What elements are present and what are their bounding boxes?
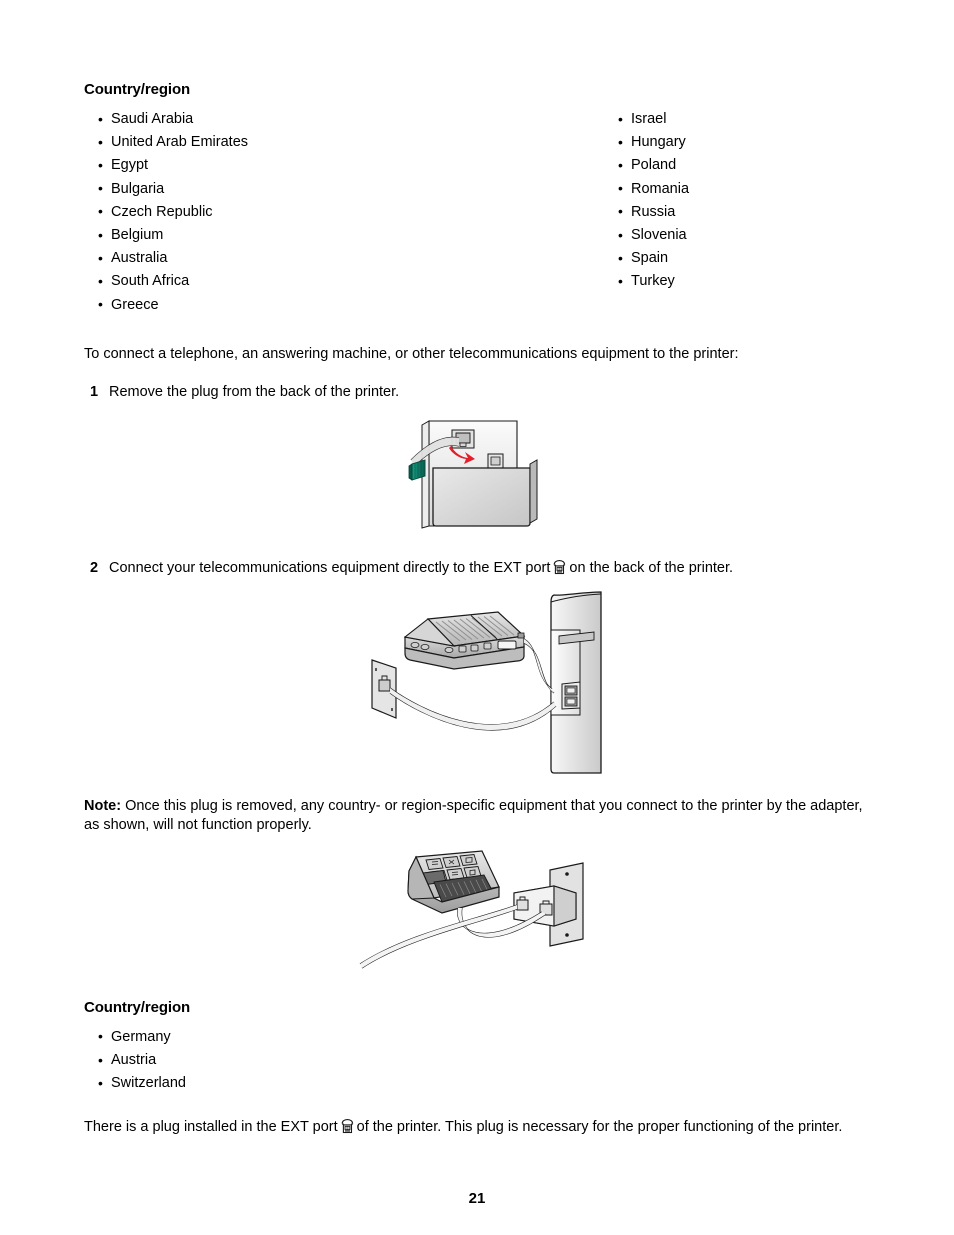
country-list-columns: Saudi Arabia United Arab Emirates Egypt … [84,107,874,317]
country-list-right-column: Israel Hungary Poland Romania Russia Slo… [604,107,874,317]
telephone-ext-port-icon [340,1118,355,1141]
document-page: Country/region Saudi Arabia United Arab … [0,0,954,1235]
step-2-text-after-icon: on the back of the printer. [569,559,734,576]
list-item: United Arab Emirates [84,131,604,154]
list-item: Egypt [84,154,604,177]
list-item: Hungary [604,131,874,154]
step-2-number: 2 [90,559,99,576]
list-item: Greece [84,293,604,317]
note-block: Note: Once this plug is removed, any cou… [84,797,874,836]
note-label: Note: [84,797,122,814]
adapter-box-wall-plate [513,862,584,947]
green-plug [408,459,426,481]
step-2-text-before-icon: Connect your telecommunications equipmen… [109,559,551,576]
closing-paragraph: There is a plug installed in the EXT por… [84,1117,874,1141]
list-item: Belgium [84,224,604,247]
telephone-keypad-device [407,850,500,914]
country-list-bottom: Germany Austria Switzerland [84,1025,874,1096]
page-content: Country/region Saudi Arabia United Arab … [84,80,874,1141]
list-item: Saudi Arabia [84,107,604,131]
closing-text-after-icon: of the printer. This plug is necessary f… [356,1119,843,1136]
note-text: Once this plug is removed, any country- … [84,797,863,834]
country-region-heading-bottom: Country/region [84,998,191,1016]
closing-text-before-icon: There is a plug installed in the EXT por… [84,1119,338,1136]
country-list-right: Israel Hungary Poland Romania Russia Slo… [604,107,874,294]
list-item: South Africa [84,270,604,293]
wall-jack-plate [371,658,397,719]
printer-back-remove-plug-illustration [408,419,538,529]
list-item: Slovenia [604,224,874,247]
telephone-ext-port-icon [552,559,567,582]
list-item: Australia [84,247,604,270]
printer-rear-ports [561,681,581,710]
answering-machine-to-printer-illustration [371,591,602,774]
telephone-adapter-wall-illustration [359,850,584,969]
list-item: Romania [604,177,874,201]
step-2: 2 Connect your telecommunications equipm… [84,558,874,582]
list-item: Austria [84,1049,874,1072]
answering-machine [403,611,526,670]
list-item: Turkey [604,270,874,293]
step-2-text: Connect your telecommunications equipmen… [109,558,874,582]
figure-2-container [84,590,874,780]
figure-3-container [84,846,874,976]
connect-equipment-intro-paragraph: To connect a telephone, an answering mac… [84,345,739,362]
printer-body [550,591,602,774]
list-item: Switzerland [84,1072,874,1095]
step-1-number: 1 [90,383,99,400]
list-item: Spain [604,247,874,270]
page-number: 21 [468,1190,486,1207]
country-list-left-column: Saudi Arabia United Arab Emirates Egypt … [84,107,604,317]
list-item: Poland [604,154,874,177]
list-item: Czech Republic [84,200,604,224]
country-list-left: Saudi Arabia United Arab Emirates Egypt … [84,107,604,317]
list-item: Russia [604,200,874,224]
country-region-heading-top: Country/region [84,81,191,98]
list-item: Bulgaria [84,177,604,201]
list-item: Israel [604,107,874,131]
list-item: Germany [84,1025,874,1049]
rj11-port-right [487,453,504,469]
step-1-text: Remove the plug from the back of the pri… [109,383,400,400]
step-1: 1 Remove the plug from the back of the p… [84,382,874,403]
figure-1-container [84,416,874,541]
